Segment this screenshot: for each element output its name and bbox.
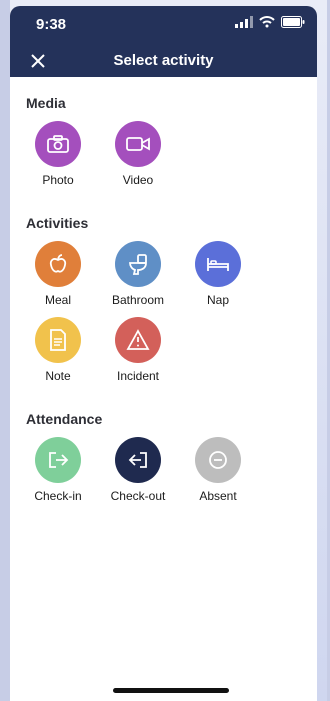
check-out-label: Check-out: [110, 489, 166, 503]
activity-note[interactable]: Note: [18, 317, 98, 383]
check-in-label: Check-in: [34, 489, 82, 503]
nap-circle: [195, 241, 241, 287]
photo-circle: [35, 121, 81, 167]
section-title-media: Media: [26, 95, 66, 111]
meal-circle: [35, 241, 81, 287]
wifi-icon: [259, 16, 275, 28]
top-bar: 9:38 Select activity: [10, 6, 317, 77]
absent-icon: [209, 451, 227, 469]
video-label: Video: [122, 173, 154, 187]
battery-icon: [281, 16, 305, 28]
camera-icon: [47, 135, 69, 153]
activity-meal[interactable]: Meal: [18, 241, 98, 307]
bathroom-label: Bathroom: [111, 293, 165, 307]
activity-absent[interactable]: Absent: [178, 437, 258, 503]
activity-photo[interactable]: Photo: [18, 121, 98, 187]
check-in-circle: [35, 437, 81, 483]
signal-icon: [235, 16, 253, 28]
section-title-attendance: Attendance: [26, 411, 103, 427]
media-grid: Photo Video: [10, 121, 317, 197]
incident-circle: [115, 317, 161, 363]
absent-label: Absent: [199, 489, 237, 503]
activity-video[interactable]: Video: [98, 121, 178, 187]
toilet-icon: [129, 254, 147, 275]
check-out-icon: [128, 452, 147, 468]
check-in-icon: [49, 452, 69, 468]
warning-icon: [126, 329, 150, 350]
absent-circle: [195, 437, 241, 483]
page-title: Select activity: [113, 52, 214, 69]
activity-bathroom[interactable]: Bathroom: [98, 241, 178, 307]
activities-grid: Meal Bathroom Nap Note Incident: [10, 241, 317, 393]
status-icons: [235, 16, 305, 28]
video-icon: [126, 137, 150, 151]
note-circle: [35, 317, 81, 363]
phone-screen: 9:38 Select activity Media Photo Video A…: [10, 6, 317, 701]
nap-label: Nap: [206, 293, 229, 307]
background-frame-left: [0, 0, 10, 701]
video-circle: [115, 121, 161, 167]
note-label: Note: [45, 369, 71, 383]
activity-nap[interactable]: Nap: [178, 241, 258, 307]
section-title-activities: Activities: [26, 215, 89, 231]
bathroom-circle: [115, 241, 161, 287]
activity-check-in[interactable]: Check-in: [18, 437, 98, 503]
attendance-grid: Check-in Check-out Absent: [10, 437, 317, 513]
status-time: 9:38: [36, 16, 67, 33]
photo-label: Photo: [42, 173, 74, 187]
activity-check-out[interactable]: Check-out: [98, 437, 178, 503]
meal-label: Meal: [44, 293, 71, 307]
incident-label: Incident: [116, 369, 160, 383]
note-icon: [50, 329, 66, 351]
home-indicator: [113, 688, 229, 693]
check-out-circle: [115, 437, 161, 483]
apple-icon: [49, 254, 67, 273]
bed-icon: [207, 258, 229, 271]
activity-incident[interactable]: Incident: [98, 317, 178, 383]
